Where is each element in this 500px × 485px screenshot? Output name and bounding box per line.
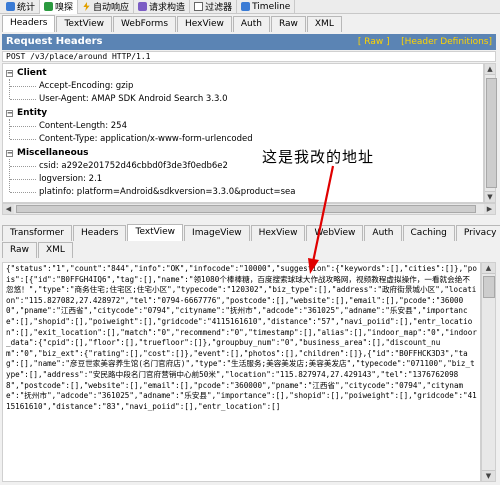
tab-auth[interactable]: Auth [364, 225, 402, 241]
toolbar-tab-label: Timeline [252, 1, 291, 12]
fiddler-window: 统计 嗅探 自动响应 请求构造 过滤器 Timeline Headers TextView W… [0, 0, 500, 485]
header-item[interactable]: platinfo: platform=Android&sdkversion=3.… [39, 187, 295, 197]
request-tab-strip: Headers TextView WebForms HexView Auth Raw XML [2, 15, 343, 32]
scroll-down-icon[interactable]: ▼ [482, 470, 495, 481]
tab-webforms[interactable]: WebForms [113, 16, 177, 32]
timeline-icon [241, 2, 251, 11]
tab-caching[interactable]: Caching [402, 225, 455, 241]
tab-xml[interactable]: XML [306, 16, 342, 32]
tree-section-label: Client [17, 68, 47, 78]
scroll-down-icon[interactable]: ▼ [485, 191, 495, 202]
collapse-icon[interactable]: − [6, 69, 13, 77]
tab-headers[interactable]: Headers [2, 15, 56, 32]
toolbar-tab-1[interactable]: 嗅探 [40, 0, 79, 14]
toolbar-tab-3[interactable]: 请求构造 [134, 0, 191, 14]
tab-imageview[interactable]: ImageView [184, 225, 250, 241]
response-vertical-scrollbar[interactable]: ▲ ▼ [481, 262, 496, 482]
response-tab-strip: Transformer Headers TextView ImageView HexVi… [2, 224, 500, 241]
tab-raw[interactable]: Raw [2, 242, 37, 258]
toolbar-tab-0[interactable]: 统计 [2, 0, 41, 14]
tree-section-label: Entity [17, 108, 48, 118]
headers-vertical-scrollbar[interactable]: ▲ ▼ [484, 63, 497, 203]
stats-icon [6, 2, 15, 11]
checkbox-icon [194, 2, 204, 11]
headers-tree[interactable]: − Client Accept-Encoding: gzip User-Agent: … [2, 63, 484, 203]
tab-transformer[interactable]: Transformer [2, 225, 73, 241]
tree-section[interactable]: − Client [6, 68, 47, 78]
tree-connector [9, 119, 10, 139]
tree-section[interactable]: − Entity [6, 108, 47, 118]
tree-section-label: Miscellaneous [17, 148, 89, 158]
toolbar-tab-4[interactable]: 过滤器 [190, 0, 238, 14]
tree-connector [9, 79, 10, 99]
tab-hexview[interactable]: HexView [177, 16, 232, 32]
toolbar-tab-label: 请求构造 [149, 3, 186, 13]
toolbar-tab-label: 自动响应 [93, 3, 130, 13]
tab-raw[interactable]: Raw [270, 16, 306, 32]
lightning-icon [83, 2, 90, 11]
tree-connector [10, 192, 36, 193]
tree-connector [10, 179, 36, 180]
scrollbar-thumb[interactable] [483, 276, 495, 298]
inspect-icon [44, 2, 54, 11]
header-definitions-link[interactable]: [Header Definitions] [401, 37, 492, 47]
tree-connector [10, 99, 36, 100]
tab-headers[interactable]: Headers [73, 225, 127, 241]
request-line: POST /v3/place/around HTTP/1.1 [2, 51, 496, 62]
scroll-up-icon[interactable]: ▲ [485, 64, 495, 75]
toolbar-tab-label: 过滤器 [205, 3, 233, 13]
annotation-text: 这是我改的地址 [262, 148, 375, 166]
scroll-right-icon[interactable]: ▶ [484, 204, 495, 214]
request-headers-title: Request Headers [ Raw ] [Header Definiti… [2, 34, 496, 50]
tree-connector [10, 86, 36, 87]
response-subtab-strip: Raw XML [2, 242, 74, 258]
toolbar-tab-label: 嗅探 [55, 3, 74, 13]
inspector-toolbar: 统计 嗅探 自动响应 请求构造 过滤器 Timeline [0, 0, 500, 14]
collapse-icon[interactable]: − [6, 149, 13, 157]
tab-textview[interactable]: TextView [127, 224, 184, 241]
scrollbar-thumb[interactable] [486, 78, 497, 188]
tree-connector [10, 139, 36, 140]
tree-connector [10, 166, 36, 167]
request-headers-label: Request Headers [6, 36, 103, 47]
toolbar-tab-5[interactable]: Timeline [237, 0, 296, 14]
header-item[interactable]: Content-Length: 254 [39, 121, 127, 131]
header-item[interactable]: csid: a292e201752d46cbbd0f3de3f0edb6e2 [39, 161, 228, 171]
tree-connector [10, 126, 36, 127]
tab-auth[interactable]: Auth [232, 16, 270, 32]
header-item[interactable]: User-Agent: AMAP SDK Android Search 3.3.… [39, 94, 228, 104]
scroll-left-icon[interactable]: ◀ [3, 204, 14, 214]
header-item[interactable]: Accept-Encoding: gzip [39, 81, 133, 91]
tab-privacy[interactable]: Privacy [455, 225, 500, 241]
scroll-up-icon[interactable]: ▲ [482, 263, 495, 274]
tree-section[interactable]: − Miscellaneous [6, 148, 89, 158]
header-links: [ Raw ] [Header Definitions] [358, 34, 492, 50]
tab-xml[interactable]: XML [37, 242, 73, 258]
response-textview[interactable]: {"status":"1","count":"844","info":"OK",… [2, 262, 481, 482]
tab-textview[interactable]: TextView [56, 16, 113, 32]
raw-link[interactable]: [ Raw ] [358, 37, 390, 47]
collapse-icon[interactable]: − [6, 109, 13, 117]
toolbar-tab-2[interactable]: 自动响应 [78, 0, 135, 14]
scrollbar-thumb[interactable] [16, 205, 476, 213]
header-item[interactable]: Content-Type: application/x-www-form-url… [39, 134, 253, 144]
toolbar-tab-label: 统计 [17, 3, 36, 13]
tab-webview[interactable]: WebView [306, 225, 364, 241]
tree-connector [9, 159, 10, 192]
headers-horizontal-scrollbar[interactable]: ◀ ▶ [2, 203, 496, 215]
header-item[interactable]: logversion: 2.1 [39, 174, 102, 184]
composer-icon [138, 2, 148, 11]
tab-hexview[interactable]: HexView [250, 225, 306, 241]
